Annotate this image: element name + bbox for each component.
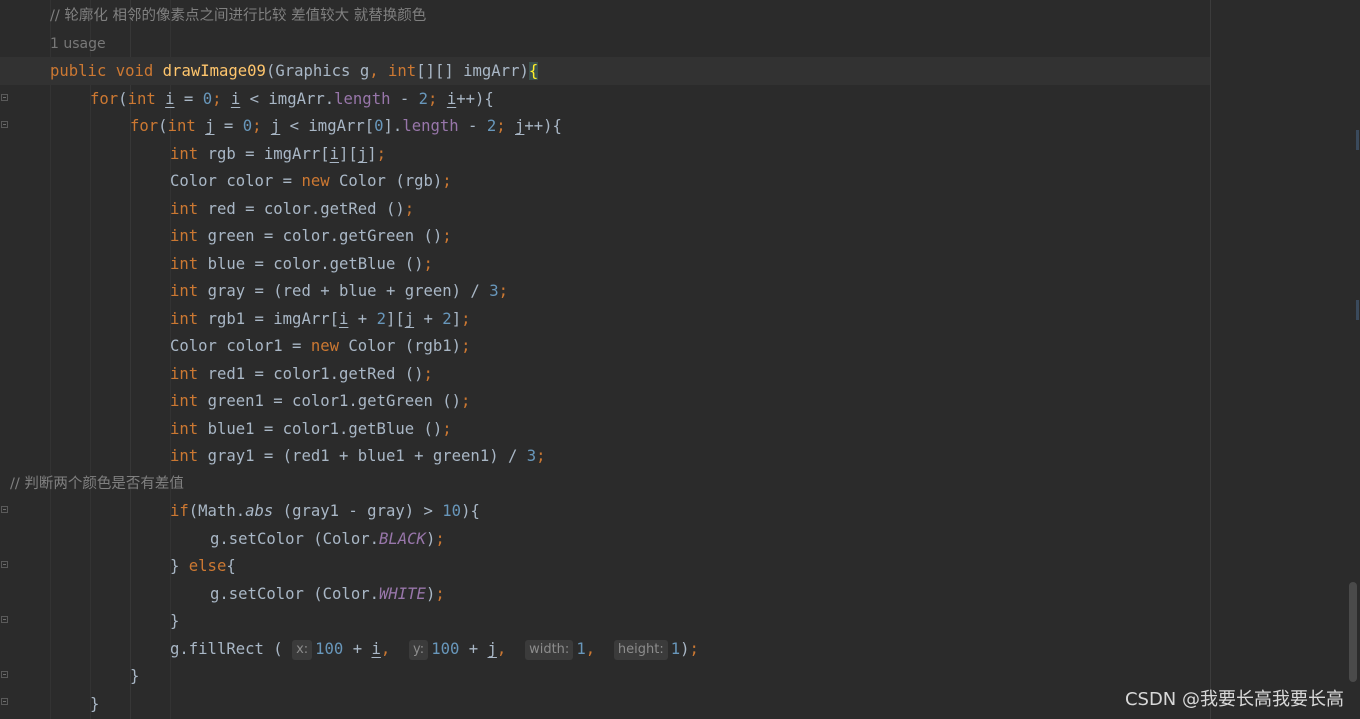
code-line[interactable]: Color color1 = new Color (rgb1); xyxy=(0,332,1360,360)
code-line[interactable]: int blue1 = color1.getBlue (); xyxy=(0,415,1360,443)
code-comment: // 判断两个颜色是否有差值 xyxy=(10,476,184,492)
code-line[interactable]: } xyxy=(0,607,1360,635)
usage-hint[interactable]: 1 usage xyxy=(50,30,1260,58)
code-line[interactable]: int green1 = color1.getGreen (); xyxy=(0,387,1360,415)
code-line[interactable]: int rgb1 = imgArr[i + 2][j + 2]; xyxy=(0,305,1360,333)
code-line[interactable]: int red1 = color1.getRed (); xyxy=(0,360,1360,388)
parameter-hint-x: x: xyxy=(292,640,313,660)
parameter-hint-width: width: xyxy=(525,640,574,660)
right-margin-guide xyxy=(1210,0,1211,719)
code-line[interactable]: if(Math.abs (gray1 - gray) > 10){ xyxy=(0,497,1360,525)
code-line[interactable]: } else{ xyxy=(0,552,1360,580)
code-comment: // 轮廓化 相邻的像素点之间进行比较 差值较大 就替换颜色 xyxy=(50,8,427,24)
code-line[interactable]: int green = color.getGreen (); xyxy=(0,222,1360,250)
code-line[interactable]: g.setColor (Color.WHITE); xyxy=(0,580,1360,608)
code-line[interactable]: int red = color.getRed (); xyxy=(0,195,1360,223)
error-stripe-marker[interactable] xyxy=(1356,130,1359,150)
code-line[interactable]: g.fillRect ( x: 100 + i, y: 100 + j, width… xyxy=(0,635,1360,663)
error-stripe-marker[interactable] xyxy=(1356,300,1359,320)
code-line[interactable]: int gray1 = (red1 + blue1 + green1) / 3; xyxy=(0,442,1360,470)
code-line[interactable]: int blue = color.getBlue (); xyxy=(0,250,1360,278)
parameter-hint-y: y: xyxy=(409,640,429,660)
code-line[interactable]: } xyxy=(0,690,1300,718)
code-line[interactable]: public void drawImage09(Graphics g, int[… xyxy=(0,57,1210,85)
parameter-hint-height: height: xyxy=(613,640,668,660)
code-line[interactable]: int gray = (red + blue + green) / 3; xyxy=(0,277,1360,305)
code-line[interactable]: Color color = new Color (rgb); xyxy=(0,167,1360,195)
code-line[interactable]: for(int i = 0; i < imgArr.length - 2; i+… xyxy=(0,85,1300,113)
code-line[interactable]: for(int j = 0; j < imgArr[0].length - 2;… xyxy=(0,112,1340,140)
scrollbar-thumb[interactable] xyxy=(1349,582,1357,682)
watermark: CSDN @我要长高我要长高 xyxy=(1124,689,1344,710)
code-line[interactable]: int rgb = imgArr[i][j]; xyxy=(0,140,1360,168)
code-editor[interactable]: // 轮廓化 相邻的像素点之间进行比较 差值较大 就替换颜色 1 usage p… xyxy=(0,0,1360,719)
code-line[interactable]: g.setColor (Color.BLACK); xyxy=(0,525,1360,553)
